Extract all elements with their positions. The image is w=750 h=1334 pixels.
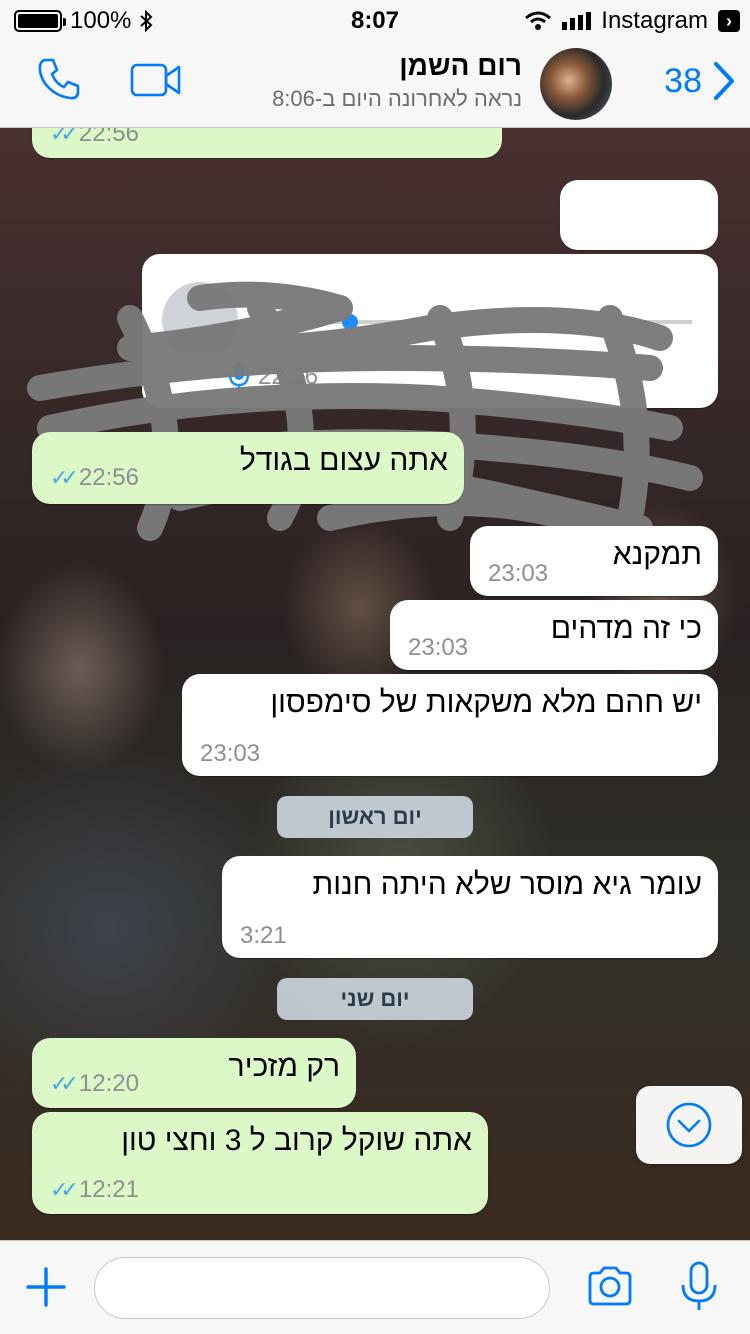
message-time: 23:03 <box>488 560 549 587</box>
back-arrow-icon[interactable]: › <box>718 10 740 32</box>
signal-icon <box>562 12 592 30</box>
message-time: 22:56 <box>78 128 139 147</box>
message-meta: 3:21 <box>240 922 287 950</box>
attach-button[interactable] <box>24 1265 68 1314</box>
video-camera-icon[interactable] <box>130 62 182 98</box>
chevron-right-icon[interactable] <box>712 60 736 102</box>
date-separator: יום שני <box>277 978 473 1020</box>
message-bubble-incoming[interactable]: תמקנא 23:03 <box>470 526 718 596</box>
double-check-icon: ✓✓ <box>50 1177 79 1202</box>
double-check-icon: ✓✓ <box>50 1071 79 1096</box>
double-check-icon: ✓✓ <box>50 128 79 146</box>
camera-icon[interactable] <box>586 1265 634 1307</box>
date-separator: יום ראשון <box>277 796 473 838</box>
message-time: 23:03 <box>200 740 261 767</box>
contact-name[interactable]: רום השמן <box>272 50 522 82</box>
message-bubble-incoming[interactable]: יש חהם מלא משקאות של סימפסון 23:03 <box>182 674 718 776</box>
message-meta: ✓✓ 22:56 <box>50 128 139 148</box>
message-bubble-incoming[interactable]: כי זה מדהים 23:03 <box>390 600 718 670</box>
message-time: 3:21 <box>240 922 287 949</box>
message-bubble-outgoing[interactable]: אתה שוקל קרוב ל 3 וחצי טון ✓✓ 12:21 <box>32 1112 488 1214</box>
message-text: אתה שוקל קרוב ל 3 וחצי טון <box>121 1124 472 1157</box>
redaction-scribble <box>27 281 703 541</box>
back-button[interactable]: 38 <box>664 60 736 102</box>
message-text: יש חהם מלא משקאות של סימפסון <box>270 686 702 719</box>
status-bar: 100% 8:07 Instagram › <box>0 0 750 40</box>
message-meta: ✓✓ 12:20 <box>50 1070 139 1098</box>
message-meta: 23:03 <box>408 634 468 662</box>
contact-info[interactable]: רום השמן נראה לאחרונה היום ב-8:06 <box>272 50 522 112</box>
chat-header: רום השמן נראה לאחרונה היום ב-8:06 38 <box>0 40 750 128</box>
microphone-icon[interactable] <box>680 1261 718 1313</box>
message-bubble-outgoing[interactable]: אתה עצום בגודל ✓✓ 22:56 <box>32 432 464 504</box>
contact-last-seen: נראה לאחרונה היום ב-8:06 <box>272 86 522 111</box>
message-meta: ✓✓ 22:56 <box>50 464 139 492</box>
message-bubble-incoming[interactable] <box>560 180 718 250</box>
message-text: עומר גיא מוסר שלא היתה חנות <box>312 868 702 901</box>
message-meta: 23:03 <box>488 560 548 588</box>
unread-count[interactable]: 38 <box>664 62 702 101</box>
chevron-down-circle-icon[interactable] <box>664 1100 714 1150</box>
message-composer <box>0 1240 750 1334</box>
message-meta: ✓✓ 12:21 <box>50 1176 139 1204</box>
status-right: Instagram › <box>524 7 740 35</box>
message-bubble-outgoing[interactable]: ✓✓ 22:56 <box>32 128 502 158</box>
avatar[interactable] <box>540 48 612 120</box>
voice-record-button[interactable] <box>680 1261 718 1318</box>
message-time: 12:20 <box>78 1070 139 1097</box>
message-input[interactable] <box>94 1257 550 1319</box>
back-to-app-link[interactable]: Instagram <box>601 7 708 35</box>
message-time: 12:21 <box>78 1176 139 1203</box>
message-meta: 23:03 <box>200 740 260 768</box>
message-bubble-outgoing[interactable]: רק מזכיר ✓✓ 12:20 <box>32 1038 356 1108</box>
chat-messages[interactable]: ✓✓ 22:56 22:56 אתה עצום בגודל ✓✓ 22:56 ת… <box>0 128 750 1240</box>
scroll-to-bottom-button[interactable] <box>636 1086 742 1164</box>
phone-icon[interactable] <box>36 56 82 102</box>
double-check-icon: ✓✓ <box>50 465 79 490</box>
voice-call-button[interactable] <box>36 56 82 107</box>
wifi-icon <box>525 11 552 30</box>
message-time: 22:56 <box>78 464 139 491</box>
camera-button[interactable] <box>586 1265 634 1312</box>
plus-icon[interactable] <box>24 1265 68 1309</box>
message-time: 23:03 <box>408 634 469 661</box>
message-bubble-incoming[interactable]: עומר גיא מוסר שלא היתה חנות 3:21 <box>222 856 718 958</box>
video-call-button[interactable] <box>130 62 182 103</box>
